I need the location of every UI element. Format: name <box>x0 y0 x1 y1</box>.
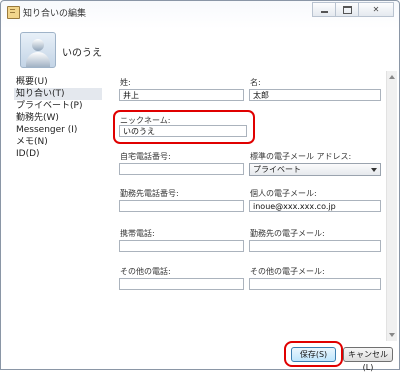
sidebar-item-overview[interactable]: 概要(U) <box>14 76 102 88</box>
default-email-label: 標準の電子メール アドレス: <box>250 152 352 161</box>
cancel-button[interactable]: キャンセル(L) <box>343 347 393 372</box>
save-button[interactable]: 保存(S) <box>291 347 336 362</box>
chevron-down-icon <box>371 168 377 172</box>
window-controls: ✕ <box>312 2 394 17</box>
edit-contact-window: 知り合いの編集 ✕ <box>0 0 400 370</box>
default-email-selected-value: プライベート <box>253 165 301 174</box>
sidebar-item-work[interactable]: 勤務先(W) <box>14 112 102 124</box>
scroll-down-arrow-icon[interactable] <box>389 333 395 337</box>
close-button[interactable]: ✕ <box>358 2 394 17</box>
last-name-field[interactable] <box>119 89 244 101</box>
avatar-head <box>32 39 44 51</box>
sidebar-item-contact[interactable]: 知り合い(T) <box>14 88 102 100</box>
form-scrollbar[interactable] <box>386 71 397 341</box>
other-email-field[interactable] <box>249 278 381 290</box>
mobile-phone-field[interactable] <box>119 240 244 252</box>
home-phone-label: 自宅電話番号: <box>120 152 171 161</box>
other-email-label: その他の電子メール: <box>250 267 325 276</box>
first-name-label: 名: <box>250 78 261 87</box>
sidebar-item-notes[interactable]: メモ(N) <box>14 136 102 148</box>
sidebar-item-messenger[interactable]: Messenger (I) <box>14 124 102 136</box>
window-title: 知り合いの編集 <box>23 9 87 19</box>
title-bar[interactable]: 知り合いの編集 ✕ <box>1 1 399 23</box>
personal-email-label: 個人の電子メール: <box>250 189 317 198</box>
default-email-dropdown[interactable]: プライベート <box>249 163 381 176</box>
mobile-phone-label: 携帯電話: <box>120 229 155 238</box>
maximize-button[interactable] <box>335 2 359 17</box>
work-email-label: 勤務先の電子メール: <box>250 229 325 238</box>
nickname-field[interactable] <box>119 125 247 137</box>
contact-avatar-icon[interactable] <box>20 32 56 68</box>
sidebar-item-personal[interactable]: プライベート(P) <box>14 100 102 112</box>
contact-display-name: いのうえ <box>62 48 102 59</box>
minimize-button[interactable] <box>312 2 336 17</box>
first-name-field[interactable] <box>249 89 381 101</box>
personal-email-field[interactable] <box>249 200 381 212</box>
contacts-book-icon <box>7 6 20 19</box>
other-phone-field[interactable] <box>119 278 244 290</box>
work-email-field[interactable] <box>249 240 381 252</box>
work-phone-label: 勤務先電話番号: <box>120 189 179 198</box>
sidebar-nav: 概要(U) 知り合い(T) プライベート(P) 勤務先(W) Messenger… <box>14 76 102 160</box>
sidebar-item-id[interactable]: ID(D) <box>14 148 102 160</box>
work-phone-field[interactable] <box>119 200 244 212</box>
avatar-body <box>26 52 50 67</box>
scroll-up-arrow-icon[interactable] <box>389 75 395 79</box>
home-phone-field[interactable] <box>119 163 244 175</box>
other-phone-label: その他の電話: <box>120 267 171 276</box>
last-name-label: 姓: <box>120 78 131 87</box>
